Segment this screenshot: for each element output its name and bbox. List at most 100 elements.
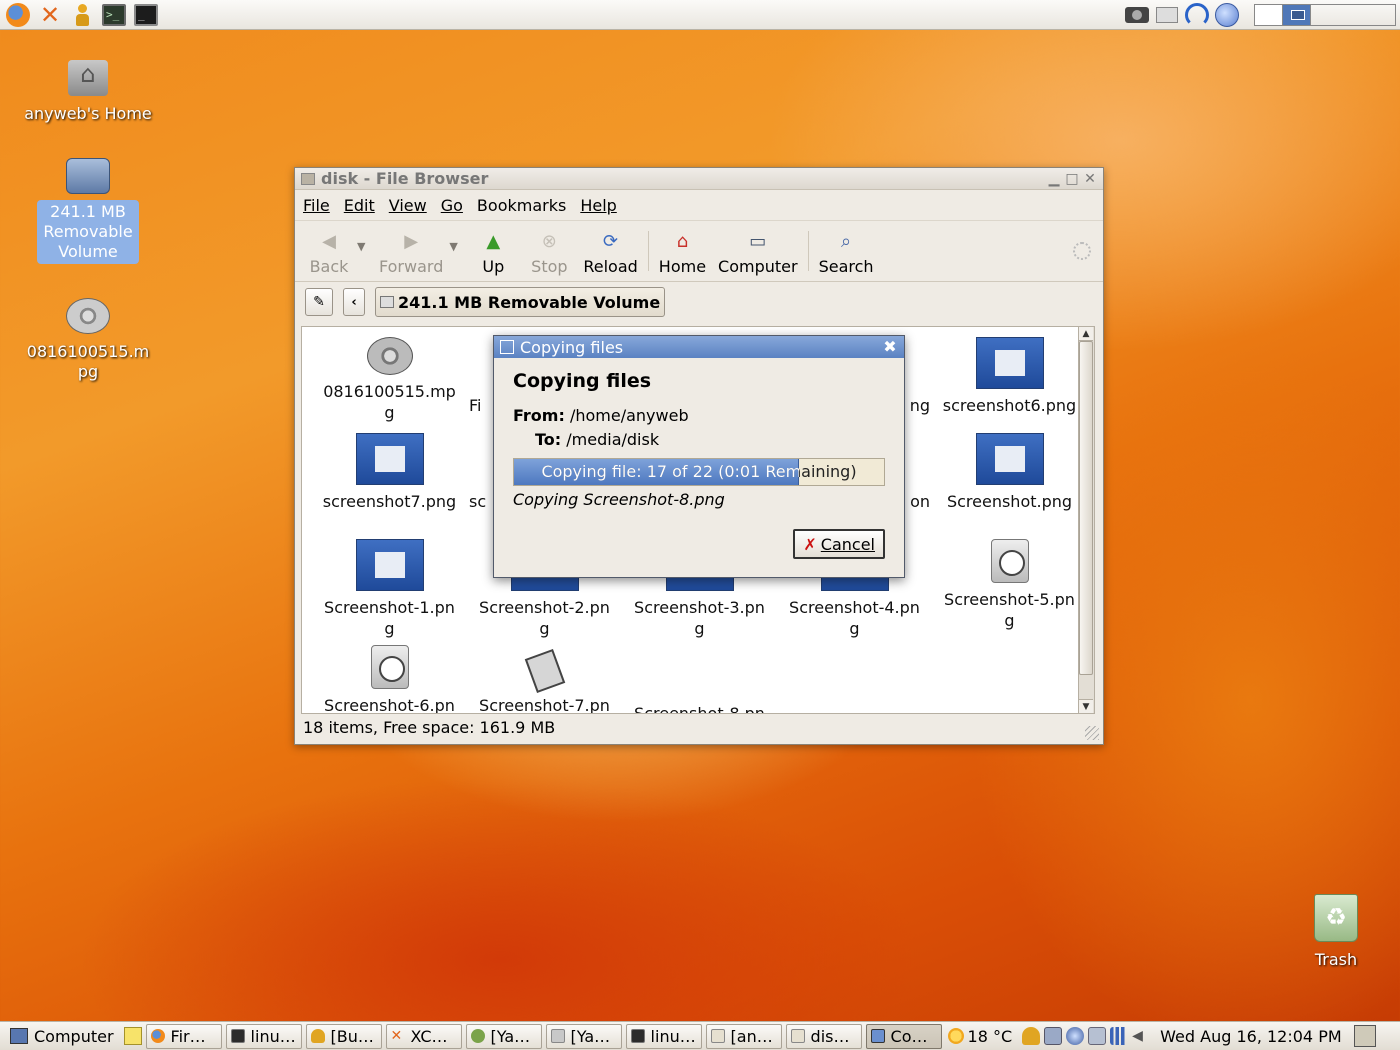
workspace-pager	[1254, 3, 1396, 26]
task-app-icon	[150, 1029, 165, 1043]
scroll-up-arrow-icon[interactable]: ▲	[1079, 327, 1093, 341]
weather-applet[interactable]: 18 °C	[947, 1027, 1012, 1046]
workspace-2[interactable]	[1283, 4, 1311, 25]
bottom-panel: Computer Fir… linu… [Bu… ✕ XC… [Ya… [Ya… linu… […	[0, 1021, 1400, 1050]
menu-view[interactable]: View	[389, 196, 427, 215]
taskbar-button[interactable]: [Ya…	[465, 1023, 542, 1049]
gaim-tray-icon[interactable]	[1022, 1027, 1041, 1045]
removable-drive-icon	[66, 158, 110, 194]
toggle-location-entry-button[interactable]: ✎	[305, 288, 333, 316]
file-item[interactable]: Screenshot-6.pn	[312, 645, 467, 713]
show-desktop-icon[interactable]	[1353, 1025, 1376, 1047]
reload-button[interactable]: ⟳ Reload	[577, 222, 643, 280]
menu-bookmarks[interactable]: Bookmarks	[477, 196, 566, 215]
vertical-scrollbar[interactable]: ▲ ▼	[1079, 326, 1095, 714]
desktop-icon-video[interactable]: 0816100515.mpg	[18, 298, 158, 384]
taskbar-button[interactable]: [an…	[705, 1023, 782, 1049]
document-icon	[524, 648, 565, 694]
search-icon: ⌕	[841, 231, 852, 252]
notes-icon[interactable]	[123, 1027, 142, 1045]
taskbar-button-label: XC…	[410, 1026, 448, 1046]
status-bar: 18 items, Free space: 161.9 MB	[303, 718, 556, 737]
file-item[interactable]: 0816100515.mp g	[312, 337, 467, 423]
trash-icon: ♻	[1314, 894, 1358, 942]
computer-menu-button[interactable]: Computer	[4, 1024, 120, 1048]
file-item[interactable]: Screenshot-1.pn g	[312, 539, 467, 639]
menu-go[interactable]: Go	[441, 196, 463, 215]
path-scroll-left-button[interactable]: ‹	[343, 288, 365, 316]
taskbar-button-label: linu…	[650, 1026, 696, 1046]
xchat-launcher[interactable]: ✕	[36, 2, 64, 28]
globe-applet[interactable]	[1214, 2, 1240, 27]
signal-tray-icon[interactable]	[1110, 1027, 1129, 1045]
update-tray-icon[interactable]	[1088, 1027, 1107, 1045]
terminal-launcher[interactable]: >_	[100, 2, 128, 28]
network-applet[interactable]	[1184, 2, 1210, 27]
resize-grip-icon[interactable]	[1085, 726, 1099, 740]
forward-history-dropdown[interactable]: ▼	[449, 240, 465, 253]
weather-sun-icon	[947, 1028, 964, 1044]
file-item[interactable]: screenshot7.png	[312, 433, 467, 512]
console-launcher[interactable]: _	[132, 2, 160, 28]
menu-help[interactable]: Help	[580, 196, 616, 215]
package-applet[interactable]	[1154, 3, 1180, 27]
up-button[interactable]: ▲ Up	[465, 222, 521, 280]
taskbar-button[interactable]: linu…	[225, 1023, 302, 1049]
minimize-icon[interactable]: ▁	[1047, 171, 1061, 187]
task-app-icon: ✕	[390, 1028, 403, 1044]
taskbar-button[interactable]: dis…	[785, 1023, 862, 1049]
dialog-heading: Copying files	[513, 370, 652, 392]
current-file-label: Copying Screenshot-8.png	[513, 490, 725, 509]
back-button[interactable]: ◀ Back	[301, 222, 357, 280]
drive-icon	[380, 296, 394, 308]
menu-file[interactable]: File	[303, 196, 330, 215]
gaim-launcher[interactable]	[68, 2, 96, 28]
taskbar-button-label: Fir…	[170, 1026, 206, 1046]
taskbar-button[interactable]: ✕ XC…	[385, 1023, 462, 1049]
scrollbar-thumb[interactable]	[1079, 341, 1093, 675]
file-item[interactable]: Screenshot-7.pn	[467, 645, 622, 713]
search-button[interactable]: ⌕ Search	[813, 222, 880, 280]
close-icon[interactable]: ✕	[1083, 171, 1097, 187]
desktop-icon-removable-volume[interactable]: 241.1 MB Removable Volume	[18, 158, 158, 264]
file-browser-titlebar[interactable]: disk - File Browser ▁ □ ✕	[295, 168, 1103, 190]
pager-spacer	[1311, 5, 1395, 25]
back-history-dropdown[interactable]: ▼	[357, 240, 373, 253]
taskbar-button[interactable]: Co…	[865, 1023, 942, 1049]
globe-icon	[1215, 2, 1239, 27]
computer-button[interactable]: ▭ Computer	[712, 222, 804, 280]
desktop-icon-trash[interactable]: ♻ Trash	[1266, 894, 1400, 972]
menu-label: Edit	[343, 195, 375, 215]
workspace-1[interactable]	[1255, 4, 1283, 25]
cancel-button[interactable]: ✗ Cancel	[793, 529, 885, 559]
menu-label: Bookmarks	[476, 195, 567, 215]
file-item[interactable]: Screenshot-5.pn g	[932, 539, 1078, 631]
monitor-tray-icon[interactable]	[1044, 1027, 1063, 1045]
dialog-titlebar[interactable]: Copying files ✖	[494, 336, 904, 358]
menu-label: Go	[440, 195, 463, 215]
volume-icon[interactable]: ◀	[1132, 1027, 1146, 1045]
file-item[interactable]: Screenshot-8.pn	[622, 645, 777, 713]
file-item[interactable]: screenshot6.png	[932, 337, 1078, 416]
taskbar-button[interactable]: Fir…	[145, 1023, 222, 1049]
taskbar-button[interactable]: linu…	[625, 1023, 702, 1049]
to-row: To: /media/disk	[513, 428, 885, 452]
taskbar-button[interactable]: [Ya…	[545, 1023, 622, 1049]
network-tray-icon[interactable]	[1066, 1027, 1085, 1045]
clock[interactable]: Wed Aug 16, 12:04 PM	[1160, 1027, 1341, 1046]
stop-button[interactable]: ⊗ Stop	[521, 222, 577, 280]
camera-applet[interactable]	[1124, 3, 1150, 27]
firefox-launcher[interactable]	[4, 2, 32, 28]
task-app-icon	[470, 1029, 485, 1043]
menu-edit[interactable]: Edit	[344, 196, 375, 215]
home-button[interactable]: ⌂ Home	[653, 222, 712, 280]
scroll-down-arrow-icon[interactable]: ▼	[1079, 699, 1093, 713]
forward-button[interactable]: ▶ Forward	[373, 222, 449, 280]
path-crumb-removable-volume[interactable]: 241.1 MB Removable Volume	[375, 287, 666, 317]
maximize-icon[interactable]: □	[1065, 171, 1079, 187]
taskbar-button[interactable]: [Bu…	[305, 1023, 382, 1049]
file-item[interactable]: Screenshot.png	[932, 433, 1078, 512]
home-folder-icon	[66, 56, 110, 96]
desktop-icon-home[interactable]: anyweb's Home	[18, 56, 158, 126]
close-icon[interactable]: ✖	[882, 339, 898, 355]
